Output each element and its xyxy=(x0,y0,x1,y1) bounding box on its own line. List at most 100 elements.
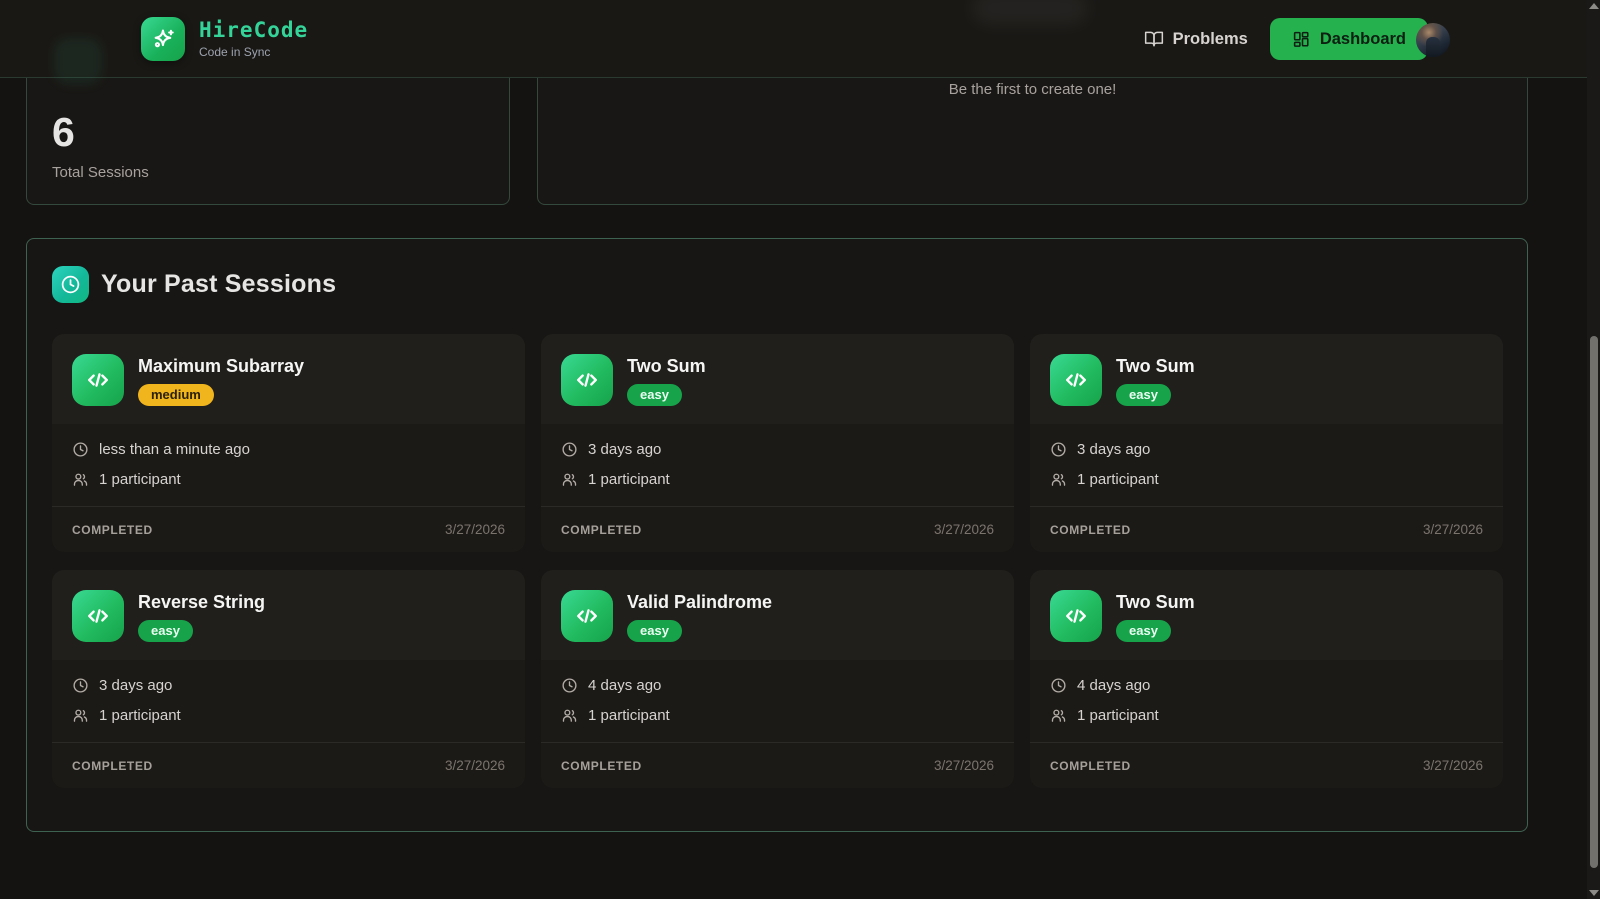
session-participants: 1 participant xyxy=(99,707,181,724)
session-date: 3/27/2026 xyxy=(444,522,505,537)
difficulty-badge: easy xyxy=(627,383,682,406)
nav-problems-link[interactable]: Problems xyxy=(1144,29,1248,49)
session-time-ago: 4 days ago xyxy=(588,677,662,694)
users-icon xyxy=(1050,471,1067,488)
session-card-header: Two Sum easy xyxy=(1030,570,1503,660)
users-icon xyxy=(1050,707,1067,724)
session-card-body: 4 days ago 1 participant xyxy=(1030,660,1503,724)
session-title: Two Sum xyxy=(1116,356,1195,376)
users-icon xyxy=(72,471,89,488)
difficulty-badge: easy xyxy=(1116,619,1171,642)
session-participants-row: 1 participant xyxy=(1050,707,1483,724)
session-card-footer: COMPLETED 3/27/2026 xyxy=(52,506,525,552)
header-nav: Problems Dashboard xyxy=(1144,0,1428,78)
session-time-row: 3 days ago xyxy=(561,441,994,458)
session-title-block: Valid Palindrome easy xyxy=(627,590,772,642)
app-header: HireCode Code in Sync Problems Dashboard xyxy=(0,0,1600,78)
session-title-block: Two Sum easy xyxy=(627,354,706,406)
clock-icon xyxy=(1050,441,1067,458)
session-card-footer: COMPLETED 3/27/2026 xyxy=(52,742,525,788)
page: 6 Total Sessions Be the first to create … xyxy=(0,0,1600,899)
session-status-badge: COMPLETED xyxy=(561,758,642,773)
session-time-row: 3 days ago xyxy=(1050,441,1483,458)
app-title: HireCode xyxy=(199,18,309,43)
session-card-footer: COMPLETED 3/27/2026 xyxy=(1030,742,1503,788)
session-date: 3/27/2026 xyxy=(933,522,994,537)
code-brackets-icon xyxy=(561,354,613,406)
session-time-ago: less than a minute ago xyxy=(99,441,250,458)
session-card-body: 3 days ago 1 participant xyxy=(1030,424,1503,488)
clock-icon xyxy=(72,441,89,458)
session-card-footer: COMPLETED 3/27/2026 xyxy=(541,742,1014,788)
session-card[interactable]: Reverse String easy 3 days ago 1 partici… xyxy=(52,570,525,788)
session-title: Reverse String xyxy=(138,592,266,612)
difficulty-badge: easy xyxy=(1116,383,1171,406)
session-card-body: 4 days ago 1 participant xyxy=(541,660,1014,724)
session-status-badge: COMPLETED xyxy=(72,758,153,773)
session-time-row: less than a minute ago xyxy=(72,441,505,458)
clock-icon xyxy=(52,266,89,303)
session-card-body: 3 days ago 1 participant xyxy=(541,424,1014,488)
dashboard-button[interactable]: Dashboard xyxy=(1269,18,1428,60)
code-brackets-icon xyxy=(561,590,613,642)
difficulty-badge: medium xyxy=(138,383,214,406)
session-participants-row: 1 participant xyxy=(561,707,994,724)
session-participants: 1 participant xyxy=(588,471,670,488)
session-card-footer: COMPLETED 3/27/2026 xyxy=(1030,506,1503,552)
session-time-row: 3 days ago xyxy=(72,677,505,694)
session-title-block: Maximum Subarray medium xyxy=(138,354,304,406)
session-card[interactable]: Two Sum easy 3 days ago 1 participant CO… xyxy=(1030,334,1503,552)
session-title-block: Reverse String easy xyxy=(138,590,265,642)
scrollbar-thumb[interactable] xyxy=(1589,336,1598,868)
user-avatar[interactable] xyxy=(1416,23,1450,57)
clock-icon xyxy=(72,677,89,694)
session-card-header: Two Sum easy xyxy=(1030,334,1503,424)
app-logo[interactable]: HireCode Code in Sync xyxy=(141,17,308,61)
code-brackets-icon xyxy=(1050,590,1102,642)
logo-text-block: HireCode Code in Sync xyxy=(199,19,308,58)
session-time-ago: 3 days ago xyxy=(1077,441,1151,458)
session-participants: 1 participant xyxy=(1077,707,1159,724)
session-title: Maximum Subarray xyxy=(138,356,305,376)
vertical-scrollbar[interactable] xyxy=(1587,0,1600,899)
sparkle-icon xyxy=(141,17,185,61)
session-card[interactable]: Valid Palindrome easy 4 days ago 1 parti… xyxy=(541,570,1014,788)
session-title-block: Two Sum easy xyxy=(1116,590,1195,642)
clock-icon xyxy=(1050,677,1067,694)
session-status-badge: COMPLETED xyxy=(72,522,153,537)
scroll-down-arrow-icon[interactable] xyxy=(1589,890,1599,896)
session-card[interactable]: Maximum Subarray medium less than a minu… xyxy=(52,334,525,552)
code-brackets-icon xyxy=(72,354,124,406)
session-title-block: Two Sum easy xyxy=(1116,354,1195,406)
users-icon xyxy=(561,471,578,488)
session-title: Two Sum xyxy=(1116,592,1195,612)
blurred-region xyxy=(972,0,1088,24)
session-time-row: 4 days ago xyxy=(1050,677,1483,694)
layout-dashboard-icon xyxy=(1292,30,1310,48)
difficulty-badge: easy xyxy=(627,619,682,642)
session-time-ago: 4 days ago xyxy=(1077,677,1151,694)
session-card-header: Reverse String easy xyxy=(52,570,525,660)
session-participants: 1 participant xyxy=(99,471,181,488)
session-card[interactable]: Two Sum easy 3 days ago 1 participant CO… xyxy=(541,334,1014,552)
session-participants: 1 participant xyxy=(588,707,670,724)
total-sessions-label: Total Sessions xyxy=(52,164,149,181)
dashboard-button-label: Dashboard xyxy=(1319,29,1406,48)
nav-problems-label: Problems xyxy=(1172,29,1248,48)
code-brackets-icon xyxy=(72,590,124,642)
scroll-up-arrow-icon[interactable] xyxy=(1589,3,1599,9)
past-sessions-section: Your Past Sessions Maximum Subarray medi… xyxy=(26,238,1528,832)
session-participants-row: 1 participant xyxy=(1050,471,1483,488)
session-time-ago: 3 days ago xyxy=(99,677,173,694)
session-card[interactable]: Two Sum easy 4 days ago 1 participant CO… xyxy=(1030,570,1503,788)
session-status-badge: COMPLETED xyxy=(1050,522,1131,537)
session-participants-row: 1 participant xyxy=(72,471,505,488)
book-open-icon xyxy=(1144,29,1164,49)
difficulty-badge: easy xyxy=(138,619,193,642)
code-brackets-icon xyxy=(1050,354,1102,406)
session-card-header: Maximum Subarray medium xyxy=(52,334,525,424)
app-subtitle: Code in Sync xyxy=(199,44,271,59)
blurred-region xyxy=(54,38,102,84)
clock-icon xyxy=(561,677,578,694)
session-status-badge: COMPLETED xyxy=(1050,758,1131,773)
